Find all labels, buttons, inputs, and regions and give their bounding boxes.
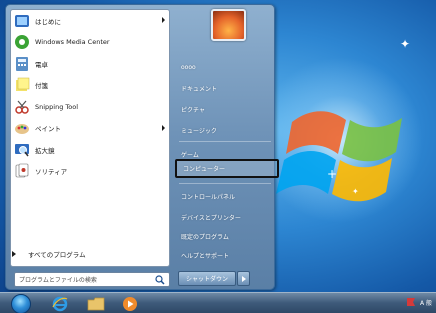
program-item-getting-started[interactable]: はじめに <box>11 10 169 32</box>
shutdown-label: シャットダウン <box>185 276 228 283</box>
all-programs-label: すべてのプログラム <box>28 251 86 259</box>
snipping-tool-icon <box>14 99 30 115</box>
divider <box>179 141 271 142</box>
program-label: はじめに <box>35 17 61 26</box>
program-label: Snipping Tool <box>35 102 79 111</box>
program-label: 付箋 <box>35 82 48 91</box>
program-list: はじめに Windows Media Center 電卓 付箋 Snipping… <box>11 10 169 182</box>
right-item-pictures[interactable]: ピクチャ <box>175 101 279 117</box>
right-item-default-programs[interactable]: 既定のプログラム <box>175 228 279 244</box>
program-item-paint[interactable]: ペイント <box>11 118 169 140</box>
right-item-control-panel[interactable]: コントロールパネル <box>175 188 279 204</box>
sticky-notes-icon <box>14 77 30 93</box>
program-item-snipping-tool[interactable]: Snipping Tool <box>11 96 169 118</box>
right-item-documents[interactable]: ドキュメント <box>175 80 279 96</box>
program-label: Windows Media Center <box>35 38 110 47</box>
solitaire-icon <box>14 163 30 179</box>
program-label: 電卓 <box>35 60 48 69</box>
arrow-right-icon <box>241 275 246 282</box>
start-menu: はじめに Windows Media Center 電卓 付箋 Snipping… <box>5 4 279 290</box>
sparkle-icon: ✦ <box>400 37 411 51</box>
ime-indicator[interactable]: A 般 <box>420 298 432 307</box>
right-item-label: 既定のプログラム <box>181 233 229 241</box>
submenu-arrow-icon[interactable] <box>162 17 165 23</box>
right-item-computer[interactable]: コンピューター <box>175 159 279 178</box>
sparkle-icon: ✦ <box>352 187 359 196</box>
submenu-arrow-icon[interactable] <box>162 124 165 131</box>
user-picture[interactable] <box>211 9 246 41</box>
right-item-label: コンピューター <box>183 166 226 173</box>
program-item-solitaire[interactable]: ソリティア <box>11 161 169 183</box>
right-item-label: ドキュメント <box>181 85 218 93</box>
arrow-right-icon <box>12 251 16 257</box>
right-item-help-support[interactable]: ヘルプとサポート <box>175 247 279 263</box>
sparkle-icon: + <box>327 167 338 181</box>
program-label: ペイント <box>35 125 61 134</box>
right-item-user[interactable]: oooo <box>175 59 279 75</box>
start-orb[interactable] <box>11 294 31 313</box>
search-placeholder: プログラムとファイルの検索 <box>19 277 97 284</box>
program-item-sticky-notes[interactable]: 付箋 <box>11 75 169 97</box>
explorer-folder-icon[interactable] <box>84 295 108 313</box>
shutdown-button[interactable]: シャットダウン <box>178 271 236 286</box>
program-item-calculator[interactable]: 電卓 <box>11 53 169 75</box>
flag-alert-icon[interactable] <box>406 297 416 307</box>
shutdown-options-button[interactable] <box>237 271 250 286</box>
program-item-media-center[interactable]: Windows Media Center <box>11 32 169 54</box>
calculator-icon <box>14 56 30 72</box>
right-item-label: ピクチャ <box>181 106 205 114</box>
start-menu-places-pane: oooo ドキュメント ピクチャ ミュージック ゲーム コンピューター コントロ… <box>173 9 279 267</box>
program-item-magnifier[interactable]: 拡大鏡 <box>11 139 169 161</box>
program-label: 拡大鏡 <box>35 146 55 155</box>
right-item-devices-printers[interactable]: デバイスとプリンター <box>175 209 279 225</box>
start-menu-programs-pane: はじめに Windows Media Center 電卓 付箋 Snipping… <box>10 9 170 267</box>
media-center-icon <box>14 34 30 50</box>
internet-explorer-icon[interactable] <box>48 295 72 313</box>
right-item-label: デバイスとプリンター <box>181 214 241 222</box>
magnifier-icon <box>14 142 30 158</box>
all-programs-button[interactable]: すべてのプログラム <box>12 249 86 259</box>
right-item-label: コントロールパネル <box>181 193 236 201</box>
right-item-music[interactable]: ミュージック <box>175 122 279 138</box>
getting-started-icon <box>14 13 30 29</box>
paint-icon <box>14 120 30 136</box>
taskbar: A 般 <box>0 292 436 313</box>
search-icon[interactable] <box>155 275 165 285</box>
divider <box>179 183 271 184</box>
right-item-label: ミュージック <box>181 127 217 135</box>
media-player-icon[interactable] <box>118 295 142 313</box>
search-input[interactable]: プログラムとファイルの検索 <box>14 272 170 287</box>
right-item-label: ゲーム <box>181 151 199 159</box>
program-label: ソリティア <box>35 168 68 177</box>
right-item-label: ヘルプとサポート <box>181 252 230 260</box>
system-tray: A 般 <box>406 297 432 307</box>
right-item-label: oooo <box>181 63 196 71</box>
